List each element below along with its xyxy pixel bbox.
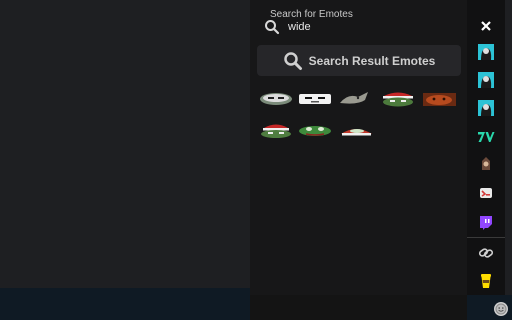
- link-icon: [478, 248, 494, 258]
- emote-wide-pepe-7[interactable]: [298, 120, 332, 140]
- 7tv-icon: [478, 132, 495, 142]
- emote-provider-sidebar: [467, 0, 505, 295]
- coffee-cup-icon: [481, 274, 491, 288]
- emote-wide-santa-pepe-8[interactable]: [339, 120, 373, 140]
- close-icon: [481, 21, 491, 31]
- streamer-avatar-icon: [478, 100, 494, 116]
- coffee-support-button[interactable]: [474, 269, 498, 293]
- emote-wide-santa-4[interactable]: [381, 89, 415, 109]
- close-button[interactable]: [474, 14, 498, 38]
- emote-wide-bird-3[interactable]: [338, 88, 372, 108]
- twitch-icon: [480, 216, 492, 230]
- emote-panel: Search for Emotes Search Result Emotes: [250, 0, 467, 295]
- chat-background: [0, 0, 250, 288]
- twitch-emotes-button[interactable]: [474, 210, 498, 234]
- emote-wide-santa-6[interactable]: [259, 120, 293, 140]
- ffz-emotes-button[interactable]: [474, 181, 498, 205]
- page-scrollbar[interactable]: [505, 0, 512, 295]
- ffz-icon: [480, 188, 492, 198]
- emote-wide-peepo-1[interactable]: [259, 89, 293, 109]
- link-button[interactable]: [474, 241, 498, 265]
- bttv-icon: [482, 157, 490, 170]
- streamer-avatar-icon: [478, 44, 494, 60]
- search-input[interactable]: [288, 19, 438, 35]
- search-result-header: Search Result Emotes: [257, 45, 461, 76]
- search-result-icon: [283, 51, 302, 70]
- bttv-emotes-button[interactable]: [474, 152, 498, 176]
- emote-wide-face-2[interactable]: [298, 89, 332, 109]
- smiley-icon: [495, 303, 507, 315]
- search-row: [264, 19, 454, 35]
- streamer-emotes-button-3[interactable]: [474, 96, 498, 120]
- sidebar-divider: [467, 237, 505, 238]
- streamer-emotes-button-1[interactable]: [474, 40, 498, 64]
- search-result-title: Search Result Emotes: [308, 53, 436, 68]
- search-icon: [265, 20, 280, 35]
- 7tv-emotes-button[interactable]: [474, 125, 498, 149]
- emote-menu-button[interactable]: [494, 302, 508, 316]
- emote-wide-cat-5[interactable]: [422, 89, 456, 109]
- streamer-emotes-button-2[interactable]: [474, 68, 498, 92]
- streamer-avatar-icon: [478, 72, 494, 88]
